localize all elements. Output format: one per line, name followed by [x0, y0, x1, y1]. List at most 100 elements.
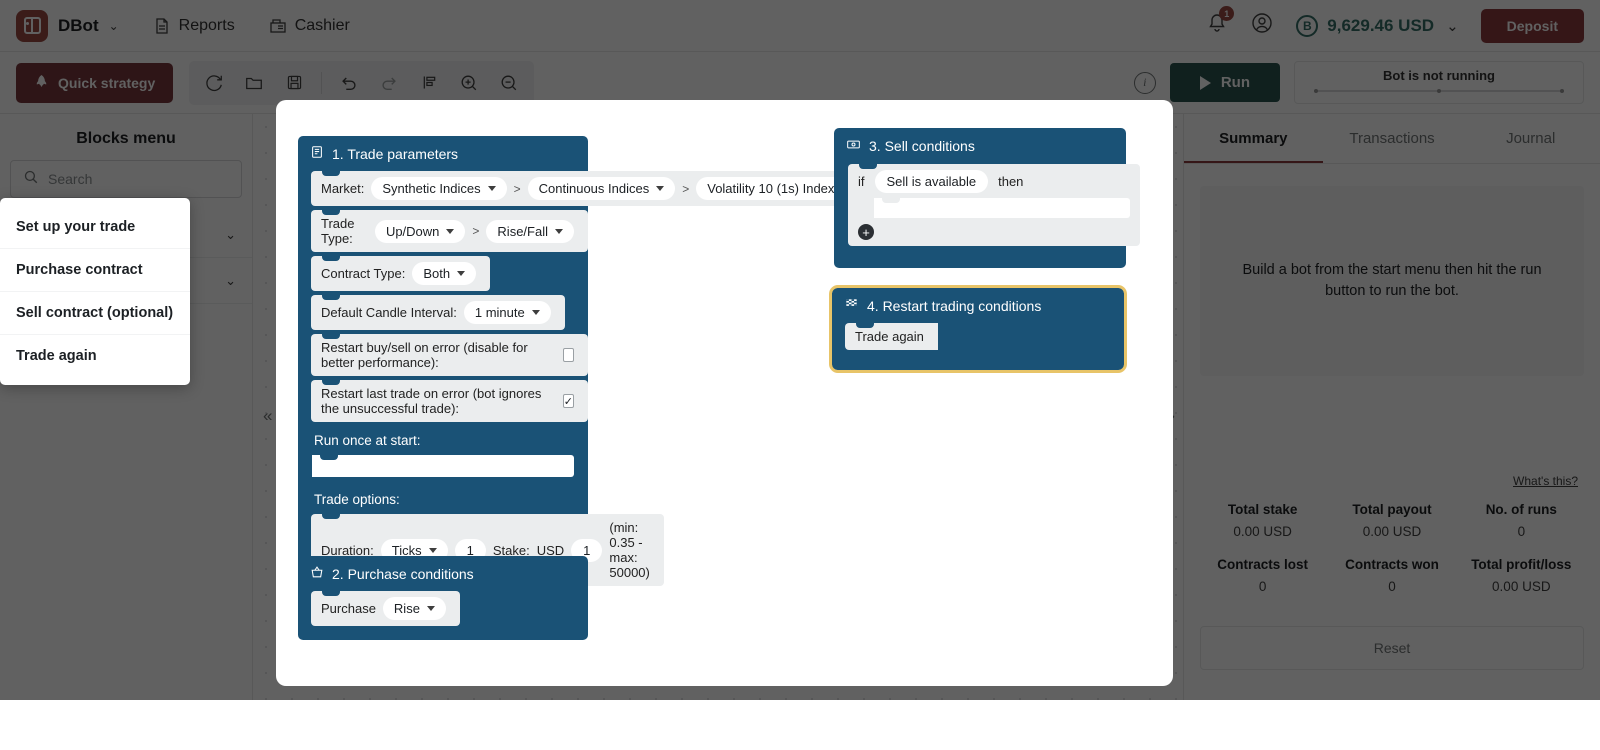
sort-blocks-icon[interactable]: [412, 67, 446, 99]
search-box[interactable]: [10, 160, 242, 198]
flyout-item-trade-again[interactable]: Trade again: [0, 334, 190, 377]
field-label: Restart last trade on error (bot ignores…: [321, 386, 542, 416]
notification-badge: 1: [1219, 6, 1235, 21]
block-purchase-conditions[interactable]: 2. Purchase conditions Purchase Rise: [298, 556, 588, 640]
block-header[interactable]: 2. Purchase conditions: [298, 556, 588, 591]
field-label: Trade Type:: [321, 216, 355, 246]
run-once-slot[interactable]: [312, 455, 574, 477]
statement-trade-options: Trade options:: [314, 492, 400, 507]
field-market[interactable]: Market: Synthetic Indices > Continuous I…: [311, 171, 875, 206]
chevron-down-icon[interactable]: ⌄: [109, 19, 119, 33]
zoom-in-icon[interactable]: [452, 67, 486, 99]
collapse-left-icon[interactable]: «: [263, 406, 272, 426]
redo-icon[interactable]: [372, 67, 406, 99]
undo-icon[interactable]: [332, 67, 366, 99]
chevron-down-icon: [656, 186, 665, 191]
dbot-logo-icon: [16, 9, 48, 42]
field-label: Restart buy/sell on error (disable for b…: [321, 340, 528, 370]
if-statement[interactable]: if Sell is available then +: [848, 164, 1140, 246]
sell-condition-block[interactable]: Sell is available: [874, 170, 989, 193]
if-body-slot[interactable]: [874, 198, 1130, 218]
block-header[interactable]: 1. Trade parameters: [298, 136, 588, 171]
app-header: DBot ⌄ Reports Cashier 1 B 9,629.46 USD …: [0, 0, 1600, 52]
field-candle-interval[interactable]: Default Candle Interval: 1 minute: [311, 295, 565, 330]
tab-transactions[interactable]: Transactions: [1323, 114, 1462, 163]
nav-item-reports[interactable]: Reports: [153, 17, 235, 35]
block-restart-trading-conditions[interactable]: 4. Restart trading conditions Trade agai…: [829, 285, 1127, 373]
block-header[interactable]: 3. Sell conditions: [834, 128, 1126, 164]
run-button[interactable]: Run: [1169, 63, 1280, 102]
stat-contracts-won: Contracts won 0: [1345, 557, 1439, 594]
field-contract-type[interactable]: Contract Type: Both: [311, 256, 491, 291]
restart-last-trade-checkbox[interactable]: ✓: [562, 394, 574, 408]
field-restart-buysell-on-error[interactable]: Restart buy/sell on error (disable for b…: [311, 334, 588, 376]
account-balance[interactable]: B 9,629.46 USD: [1296, 14, 1435, 37]
balance-amount: 9,629.46 USD: [1327, 15, 1435, 35]
empty-state-message: Build a bot from the start menu then hit…: [1200, 186, 1584, 376]
block-title: 2. Purchase conditions: [332, 565, 474, 582]
block-trade-parameters[interactable]: 1. Trade parameters Market: Synthetic In…: [298, 136, 875, 600]
bot-status-indicator: Bot is not running: [1294, 61, 1584, 104]
deposit-button[interactable]: Deposit: [1480, 8, 1584, 43]
block-sell-conditions[interactable]: 3. Sell conditions if Sell is available …: [834, 128, 1140, 268]
notifications-button[interactable]: 1: [1206, 6, 1235, 39]
trade-parameters-icon: [310, 145, 324, 162]
nav-item-cashier[interactable]: Cashier: [269, 17, 350, 35]
whats-this-link[interactable]: What's this?: [1184, 472, 1600, 490]
bell-icon: [1206, 14, 1228, 38]
reset-workspace-icon[interactable]: [197, 67, 231, 99]
chevron-down-icon: [446, 228, 455, 234]
block-body: Trade again: [832, 323, 1124, 370]
zoom-out-icon[interactable]: [492, 67, 526, 99]
flyout-item-purchase-contract[interactable]: Purchase contract: [0, 248, 190, 291]
block-title: 3. Sell conditions: [869, 138, 975, 154]
reset-button[interactable]: Reset: [1200, 626, 1584, 670]
field-restart-last-trade-on-error[interactable]: Restart last trade on error (bot ignores…: [311, 380, 588, 422]
market-dropdown-2[interactable]: Continuous Indices: [527, 177, 676, 200]
cashier-icon: [269, 17, 287, 35]
workspace-blocks-sheet: 1. Trade parameters Market: Synthetic In…: [276, 100, 1173, 686]
contract-type-dropdown[interactable]: Both: [412, 262, 477, 285]
field-purchase[interactable]: Purchase Rise: [311, 591, 460, 626]
quick-strategy-button[interactable]: Quick strategy: [16, 62, 174, 103]
stake-hint: (min: 0.35 - max: 50000): [609, 520, 650, 580]
field-trade-again[interactable]: Trade again: [845, 323, 938, 350]
run-label: Run: [1220, 74, 1250, 91]
restart-buysell-checkbox[interactable]: [563, 348, 574, 362]
block-title: 4. Restart trading conditions: [867, 297, 1042, 314]
stat-total-stake: Total stake 0.00 USD: [1227, 502, 1298, 539]
rocket-icon: [34, 74, 49, 92]
statement-run-once-at-start: Run once at start:: [314, 433, 421, 448]
run-panel: Summary Transactions Journal Build a bot…: [1183, 114, 1600, 700]
trade-type-dropdown-1[interactable]: Up/Down: [374, 219, 466, 243]
search-input[interactable]: [48, 171, 229, 187]
if-condition-row: if Sell is available then: [858, 170, 1130, 193]
checkered-flag-icon: [844, 297, 859, 314]
chevron-down-icon: [555, 228, 563, 234]
market-dropdown-1[interactable]: Synthetic Indices: [371, 177, 507, 200]
nav-label: Reports: [178, 16, 235, 34]
tab-summary[interactable]: Summary: [1184, 114, 1323, 163]
field-trade-type[interactable]: Trade Type: Up/Down > Rise/Fall: [311, 210, 588, 252]
flyout-item-sell-contract[interactable]: Sell contract (optional): [0, 291, 190, 334]
field-label: Default Candle Interval:: [321, 305, 457, 320]
chevron-down-icon: [426, 606, 435, 611]
block-body: Purchase Rise: [298, 591, 588, 640]
account-icon[interactable]: [1250, 11, 1274, 40]
info-icon[interactable]: i: [1133, 71, 1156, 94]
trade-type-dropdown-2[interactable]: Rise/Fall: [486, 219, 574, 243]
block-header[interactable]: 4. Restart trading conditions: [832, 288, 1124, 323]
tab-journal[interactable]: Journal: [1461, 114, 1600, 163]
toolbar-divider: [321, 71, 323, 94]
page-title: Blocks menu: [76, 130, 176, 147]
candle-interval-dropdown[interactable]: 1 minute: [463, 301, 551, 324]
summary-stats: Total stake 0.00 USD Total payout 0.00 U…: [1184, 490, 1600, 594]
account-switcher-chevron-icon[interactable]: ⌄: [1446, 17, 1459, 35]
add-condition-icon[interactable]: +: [858, 224, 874, 240]
flyout-item-set-up-your-trade[interactable]: Set up your trade: [0, 206, 190, 248]
brand[interactable]: DBot ⌄: [16, 9, 119, 42]
purchase-dropdown[interactable]: Rise: [382, 597, 446, 620]
open-folder-icon[interactable]: [237, 67, 271, 99]
save-icon[interactable]: [277, 67, 311, 99]
block-body: if Sell is available then +: [834, 164, 1140, 268]
